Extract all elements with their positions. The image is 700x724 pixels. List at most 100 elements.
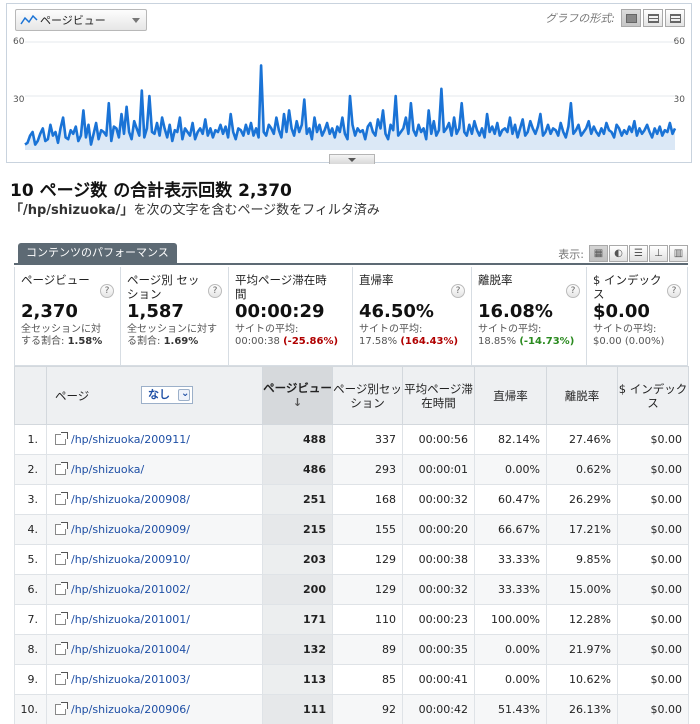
- scorecard-value: 00:00:29: [235, 301, 325, 322]
- sessions-cell: 293: [332, 454, 403, 485]
- table-row: 8. /hp/shizuoka/201004/132 89 00:00:35 0.00%…: [14, 634, 689, 665]
- table-header-row: ページ なし ページビュー↓ ページ別セッション 平均ページ滞在時間 直帰率 離脱…: [14, 366, 689, 425]
- page-link[interactable]: /hp/shizuoka/200908/: [71, 493, 190, 506]
- external-link-icon[interactable]: [55, 582, 68, 595]
- sessions-cell: 129: [332, 544, 403, 575]
- scorecard-sub-label: る割合:: [127, 336, 164, 347]
- page-link[interactable]: /hp/shizuoka/201002/: [71, 583, 190, 596]
- page-link[interactable]: /hp/shizuoka/200909/: [71, 523, 190, 536]
- page-cell: /hp/shizuoka/200906/: [46, 694, 263, 724]
- table-row: 7. /hp/shizuoka/201001/171 110 00:00:23 100.…: [14, 604, 689, 635]
- page-link[interactable]: /hp/shizuoka/201003/: [71, 673, 190, 686]
- secondary-dimension-select[interactable]: なし: [141, 386, 193, 404]
- sessions-cell: 155: [332, 514, 403, 545]
- bounce-rate-cell: 33.33%: [474, 574, 547, 605]
- scorecard-site-avg: $0.00: [593, 336, 622, 347]
- page-link[interactable]: /hp/shizuoka/201001/: [71, 613, 190, 626]
- scorecard-sub-label: 全セッションに対す: [127, 324, 217, 335]
- bar-view-button[interactable]: ☰: [629, 245, 648, 262]
- sessions-cell: 85: [332, 664, 403, 695]
- help-icon[interactable]: ?: [100, 284, 114, 298]
- page-link[interactable]: /hp/shizuoka/200911/: [71, 433, 190, 446]
- col-header-page-label: ページ: [55, 388, 90, 403]
- pageview-line-chart: 10月1日2月1日: [24, 41, 677, 150]
- page-link[interactable]: /hp/shizuoka/201004/: [71, 643, 190, 656]
- tab-divider: [14, 263, 688, 265]
- scorecard-sub: サイトの平均: 00:00:38 (-25.86%): [235, 324, 347, 348]
- dollar-index-cell: $0.00: [617, 424, 689, 455]
- dollar-index-cell: $0.00: [617, 694, 689, 724]
- scorecard-site-avg: 18.85%: [478, 336, 517, 347]
- scorecard-delta: (-14.73%): [519, 336, 575, 347]
- col-header-pageviews[interactable]: ページビュー↓: [262, 366, 333, 425]
- external-link-icon[interactable]: [55, 642, 68, 655]
- page-cell: /hp/shizuoka/200911/: [46, 424, 263, 455]
- scorecard-sub-label: サイトの平均:: [359, 324, 423, 335]
- external-link-icon[interactable]: [55, 612, 68, 625]
- bar-icon: ☰: [634, 248, 643, 259]
- filter-text: を次の文字を含むページ数をフィルタ済み: [133, 203, 380, 218]
- bounce-rate-cell: 66.67%: [474, 514, 547, 545]
- page-title: 10 ページ数 の合計表示回数 2,370: [10, 176, 292, 201]
- pageviews-cell: 203: [262, 544, 333, 575]
- external-link-icon[interactable]: [55, 552, 68, 565]
- scorecard-value: $0.00: [593, 301, 650, 322]
- pivot-icon: ▥: [673, 248, 684, 259]
- scorecard-sub: 全セッションに対す る割合: 1.69%: [127, 324, 223, 348]
- scorecard-delta: (0.00%): [624, 336, 665, 347]
- view-controls: 表示: ▦ ◐ ☰ ⊥ ▥: [558, 245, 688, 262]
- help-icon[interactable]: ?: [208, 284, 222, 298]
- external-link-icon[interactable]: [55, 462, 68, 475]
- pageviews-cell: 111: [262, 694, 333, 724]
- external-link-icon[interactable]: [55, 522, 68, 535]
- pie-view-button[interactable]: ◐: [609, 245, 628, 262]
- row-index: 6.: [14, 574, 47, 605]
- view-label: 表示:: [558, 247, 584, 261]
- col-header-page[interactable]: ページ なし: [46, 366, 263, 425]
- chart-collapse-handle[interactable]: [329, 154, 375, 164]
- page-cell: /hp/shizuoka/200910/: [46, 544, 263, 575]
- scorecard-value: 16.08%: [478, 301, 553, 322]
- row-index: 2.: [14, 454, 47, 485]
- col-header-sessions[interactable]: ページ別セッション: [332, 366, 403, 425]
- scorecard-title: 離脱率: [478, 273, 513, 287]
- scorecard-row: ページビュー ? 2,370 全セッションに対 する割合: 1.58% ページ別 …: [14, 267, 688, 366]
- external-link-icon[interactable]: [55, 672, 68, 685]
- col-header-dollar-index[interactable]: $ インデックス: [617, 366, 689, 425]
- help-icon[interactable]: ?: [667, 284, 681, 298]
- pageview-chart-panel: ページビュー グラフの形式: 60 30 60 30 10月1日2月1日: [6, 3, 692, 164]
- scorecard-delta: (-25.86%): [283, 336, 339, 347]
- dollar-index-cell: $0.00: [617, 454, 689, 485]
- external-link-icon[interactable]: [55, 432, 68, 445]
- dollar-index-cell: $0.00: [617, 664, 689, 695]
- scorecard-dollar-index: $ インデックス ? $0.00 サイトの平均: $0.00 (0.00%): [587, 267, 687, 365]
- secondary-dimension-value: なし: [148, 388, 170, 401]
- col-header-bounce-rate[interactable]: 直帰率: [474, 366, 547, 425]
- scorecard-value: 1,587: [127, 301, 184, 322]
- page-link[interactable]: /hp/shizuoka/200910/: [71, 553, 190, 566]
- scorecard-value: 2,370: [21, 301, 78, 322]
- scorecard-bounce-rate: 直帰率 ? 46.50% サイトの平均: 17.58% (164.43%): [353, 267, 472, 365]
- pageviews-cell: 486: [262, 454, 333, 485]
- scorecard-sub-label: 全セッションに対: [21, 324, 101, 335]
- help-icon[interactable]: ?: [451, 284, 465, 298]
- total-value: 2,370: [238, 181, 292, 201]
- col-header-exit-rate[interactable]: 離脱率: [546, 366, 618, 425]
- external-link-icon[interactable]: [55, 492, 68, 505]
- dollar-index-cell: $0.00: [617, 574, 689, 605]
- col-header-index: [14, 366, 47, 425]
- page-count: 10: [10, 181, 34, 201]
- page-link[interactable]: /hp/shizuoka/200906/: [71, 703, 190, 716]
- pie-icon: ◐: [614, 248, 623, 259]
- exit-rate-cell: 21.97%: [546, 634, 618, 665]
- tab-content-performance[interactable]: コンテンツのパフォーマンス: [18, 243, 177, 263]
- scorecard-sub-value: 1.69%: [163, 336, 199, 347]
- col-header-avg-time[interactable]: 平均ページ滞在時間: [402, 366, 475, 425]
- page-link[interactable]: /hp/shizuoka/: [71, 463, 144, 476]
- help-icon[interactable]: ?: [566, 284, 580, 298]
- table-view-button[interactable]: ▦: [589, 245, 608, 262]
- pivot-view-button[interactable]: ▥: [669, 245, 688, 262]
- external-link-icon[interactable]: [55, 702, 68, 715]
- content-table: ページ なし ページビュー↓ ページ別セッション 平均ページ滞在時間 直帰率 離脱…: [14, 366, 689, 724]
- compare-view-button[interactable]: ⊥: [649, 245, 668, 262]
